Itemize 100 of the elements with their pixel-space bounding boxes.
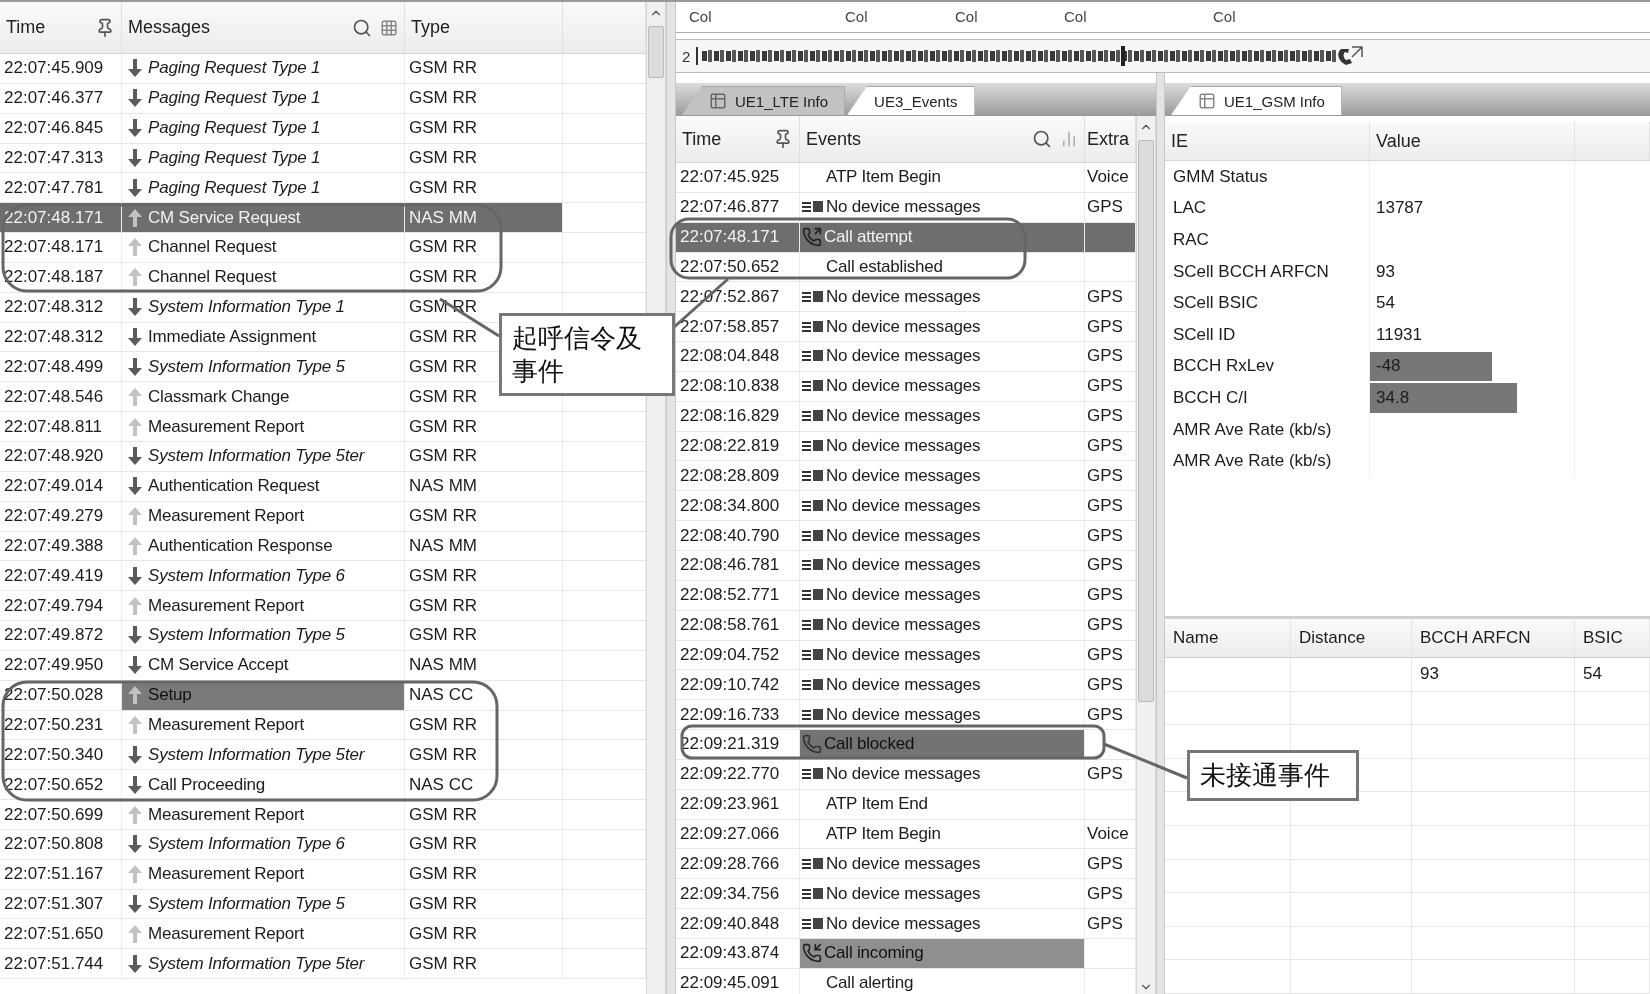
up-arrow-icon [128, 507, 142, 526]
message-name: Authentication Request [148, 476, 320, 497]
type-cell: GSM RR [405, 143, 563, 173]
time-cell: 22:07:49.872 [0, 621, 122, 650]
up-arrow-icon [128, 924, 142, 943]
type-cell: GSM RR [405, 740, 563, 770]
type-cell: GSM RR [405, 262, 563, 292]
flags-icon [802, 439, 824, 453]
event-name: Call alerting [826, 973, 914, 994]
down-arrow-icon [128, 626, 142, 645]
time-cell: 22:07:45.925 [676, 163, 800, 192]
event-name: No device messages [826, 913, 981, 934]
event-name: ATP Item Begin [826, 824, 941, 844]
column-header[interactable]: Distance [1299, 628, 1366, 649]
time-cell: 22:09:22.770 [676, 759, 800, 789]
message-name: Paging Request Type 1 [148, 58, 321, 79]
message-name: Setup [148, 685, 192, 706]
selected-row[interactable]: 22:07:48.171 Call attempt [676, 222, 1136, 253]
extra-cell: GPS [1087, 704, 1123, 725]
event-name: No device messages [826, 286, 981, 307]
column-header[interactable]: Events [806, 128, 862, 150]
extra-cell: GPS [1087, 316, 1123, 337]
event-name: No device messages [826, 764, 981, 785]
time-cell: 22:09:45.091 [676, 968, 800, 994]
flags-icon [802, 886, 824, 901]
down-arrow-icon [128, 298, 142, 317]
time-cell: 22:07:47.313 [0, 143, 122, 173]
flags-icon [802, 677, 824, 692]
grid-icon[interactable] [380, 18, 398, 37]
search-icon[interactable] [352, 17, 372, 38]
message-name: Call Proceeding [148, 774, 265, 795]
pin-icon[interactable] [773, 129, 793, 149]
column-header[interactable]: Time [6, 17, 46, 38]
scrollbar[interactable] [646, 2, 666, 994]
time-cell: 22:07:46.845 [0, 113, 122, 143]
down-arrow-icon [128, 745, 142, 764]
type-cell: GSM RR [405, 501, 563, 531]
message-name: Measurement Report [148, 595, 305, 616]
event-name: No device messages [826, 644, 981, 665]
event-name: No device messages [826, 495, 981, 516]
extra-cell: GPS [1087, 525, 1123, 546]
extra-cell: GPS [1087, 853, 1123, 874]
up-arrow-icon [128, 596, 142, 615]
column-header[interactable]: Type [411, 17, 451, 38]
event-name: No device messages [826, 465, 981, 486]
event-name: No device messages [826, 346, 981, 367]
column-header[interactable]: BCCH ARFCN [1420, 628, 1531, 649]
search-icon[interactable] [1032, 129, 1052, 149]
up-arrow-icon [128, 865, 142, 884]
time-cell: 22:07:48.171 [676, 222, 800, 252]
up-arrow-icon [128, 417, 142, 436]
message-name: Paging Request Type 1 [148, 177, 321, 198]
column-header[interactable]: BSIC [1583, 628, 1623, 649]
time-cell: 22:07:49.388 [0, 531, 122, 561]
time-cell: 22:07:48.187 [0, 262, 122, 292]
message-name: System Information Type 6 [148, 834, 345, 855]
column-header[interactable]: Col [835, 2, 945, 32]
time-cell: 22:08:16.829 [676, 401, 800, 431]
ie-value: -48 [1376, 356, 1401, 377]
scrollbar[interactable] [1136, 116, 1156, 994]
tab[interactable]: UE3_Events [847, 86, 975, 115]
time-cell: 22:07:49.279 [0, 501, 122, 531]
column-header[interactable]: Col [945, 2, 1054, 32]
time-cell: 22:07:49.419 [0, 561, 122, 591]
time-cell: 22:07:49.014 [0, 471, 122, 501]
down-arrow-icon [128, 148, 142, 167]
extra-cell: GPS [1087, 555, 1123, 576]
message-name: System Information Type 5 [148, 356, 345, 377]
time-cell: 22:09:16.733 [676, 700, 800, 730]
flags-icon [802, 767, 824, 782]
message-name: Paging Request Type 1 [148, 118, 321, 139]
selected-row[interactable]: 22:07:48.171 CM Service Request NAS MM [0, 203, 646, 234]
column-header[interactable]: Col [679, 2, 835, 32]
time-cell: 22:07:48.312 [0, 292, 122, 322]
scroll-thumb[interactable] [1138, 140, 1154, 702]
tab[interactable]: UE1_GSM Info [1171, 86, 1342, 115]
pin-icon[interactable] [95, 17, 115, 38]
time-cell: 22:07:48.312 [0, 322, 122, 352]
down-arrow-icon [128, 119, 142, 138]
up-arrow-icon [128, 716, 142, 734]
type-cell: GSM RR [405, 83, 563, 113]
scroll-thumb[interactable] [648, 26, 664, 78]
column-header[interactable]: Time [682, 128, 722, 150]
ie-name: SCell BSIC [1173, 293, 1259, 314]
column-header[interactable]: Messages [128, 17, 211, 38]
event-name: No device messages [826, 674, 981, 695]
ie-value: 11931 [1376, 324, 1422, 345]
extra-cell: Voice [1087, 167, 1129, 188]
splitter[interactable] [666, 2, 676, 994]
column-header[interactable]: Col [1054, 2, 1203, 32]
flags-icon [802, 289, 824, 304]
column-header[interactable]: IE [1171, 130, 1188, 152]
type-cell: GSM RR [405, 113, 563, 143]
event-name: No device messages [826, 436, 981, 456]
column-header[interactable]: Value [1376, 130, 1421, 152]
tab[interactable]: UE1_LTE Info [682, 86, 846, 115]
column-header[interactable]: Name [1173, 628, 1219, 649]
column-header[interactable]: Col [1203, 2, 1650, 32]
down-arrow-icon [128, 656, 142, 675]
column-header[interactable]: Extra [1087, 128, 1129, 150]
